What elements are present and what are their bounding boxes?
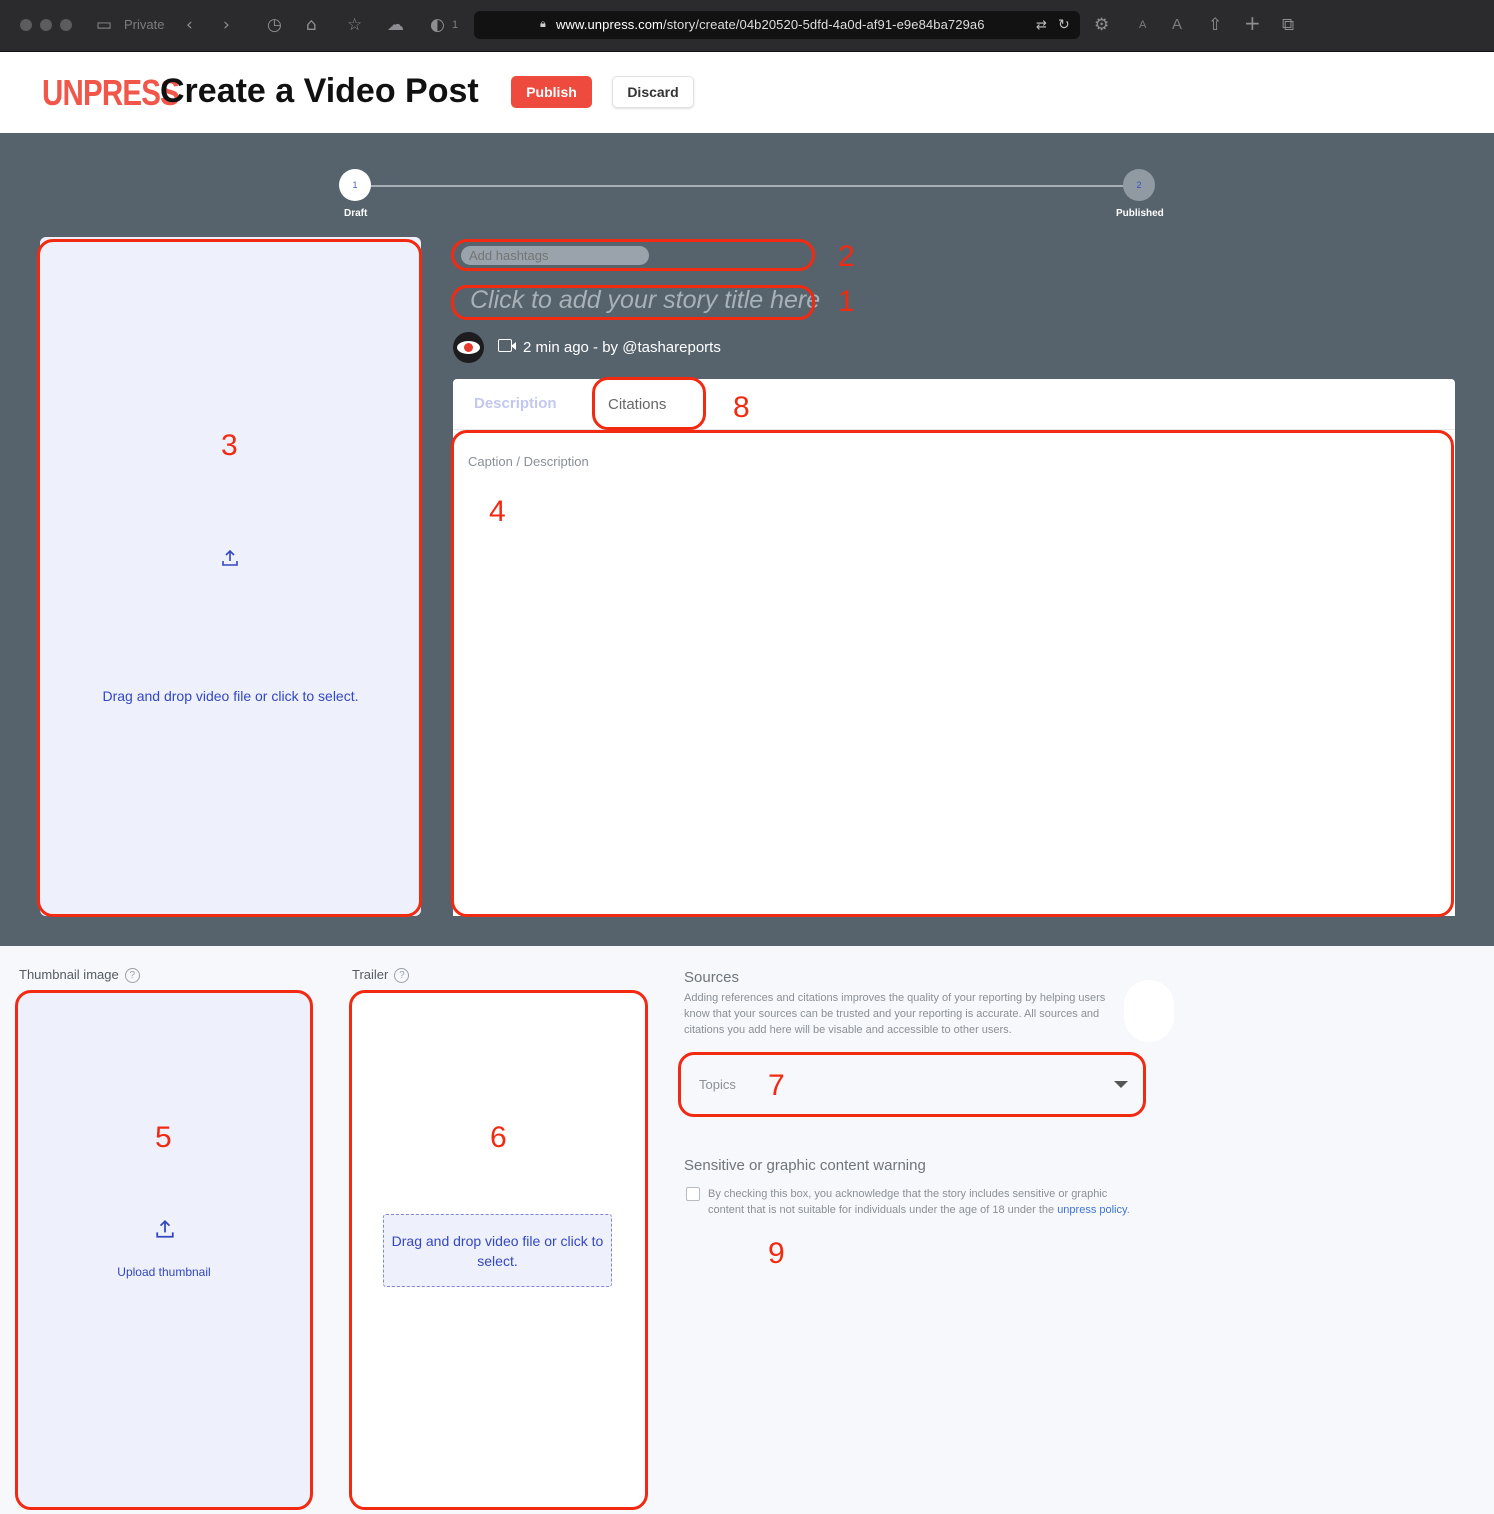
text-smaller-button[interactable]: A xyxy=(1139,19,1146,31)
bookmark-star-icon[interactable]: ☆ xyxy=(347,14,362,36)
page-title: Create a Video Post xyxy=(160,72,479,110)
forward-icon[interactable]: › xyxy=(223,14,230,36)
step-published-label: Published xyxy=(1116,208,1164,219)
new-tab-icon[interactable]: + xyxy=(1244,12,1261,34)
annotation-box-video xyxy=(37,239,422,917)
sources-title: Sources xyxy=(684,969,740,986)
publish-button[interactable]: Publish xyxy=(511,76,592,108)
annotation-box-citations xyxy=(592,377,706,430)
annotation-box-topics xyxy=(678,1052,1146,1117)
discard-button[interactable]: Discard xyxy=(612,76,694,108)
app-header: UNPRESS Create a Video Post Publish Disc… xyxy=(0,52,1494,133)
shield-count: 1 xyxy=(452,19,459,31)
ghost-button xyxy=(1124,980,1174,1042)
eye-logo-icon xyxy=(457,341,480,354)
tab-description[interactable]: Description xyxy=(474,395,557,412)
video-camera-icon xyxy=(498,339,516,352)
step-published-dot: 2 xyxy=(1123,169,1155,201)
browser-toolbar: ▭ Private ‹ › ◷ ⌂ ☆ ☁ ◐ 1 🔒︎ www.unpress… xyxy=(0,0,1494,52)
sensitive-text: By checking this box, you acknowledge th… xyxy=(708,1188,1130,1216)
zoom-window-button[interactable] xyxy=(60,19,72,31)
annotation-box-title xyxy=(451,285,815,320)
cloud-icon[interactable]: ☁ xyxy=(387,14,404,36)
unpress-logo[interactable]: UNPRESS xyxy=(42,72,180,114)
back-icon[interactable]: ‹ xyxy=(186,14,193,36)
minimize-window-button[interactable] xyxy=(40,19,52,31)
annotation-number: 3 xyxy=(221,429,238,462)
help-icon[interactable]: ? xyxy=(394,968,410,984)
post-meta: 2 min ago - by @tashareports xyxy=(523,339,721,356)
annotation-number: 5 xyxy=(155,1121,172,1154)
policy-link[interactable]: unpress policy xyxy=(1057,1204,1127,1216)
help-icon[interactable]: ? xyxy=(124,968,140,984)
share-icon[interactable]: ⇧ xyxy=(1208,14,1222,36)
annotation-box-hashtags xyxy=(451,239,815,271)
annotation-number: 2 xyxy=(838,240,855,273)
tab-overview-icon[interactable]: ⧉ xyxy=(1282,14,1294,36)
avatar[interactable] xyxy=(453,332,484,363)
step-draft-dot: 1 xyxy=(339,169,371,201)
annotation-box-thumbnail xyxy=(15,990,313,1510)
stepper-progress-line xyxy=(355,185,1139,187)
home-icon[interactable]: ⌂ xyxy=(306,14,317,36)
step-draft-label: Draft xyxy=(344,208,368,219)
close-window-button[interactable] xyxy=(20,19,32,31)
trailer-label: Trailer? xyxy=(352,967,410,984)
annotation-number: 6 xyxy=(490,1121,507,1154)
sources-description: Adding references and citations improves… xyxy=(684,992,1106,1036)
private-label: Private xyxy=(124,17,165,32)
shield-icon[interactable]: ◐ xyxy=(430,14,445,36)
settings-gear-icon[interactable]: ⚙ xyxy=(1094,14,1109,36)
annotation-box-trailer xyxy=(349,990,648,1510)
text-larger-button[interactable]: A xyxy=(1172,16,1182,33)
history-icon[interactable]: ◷ xyxy=(267,14,282,36)
translate-icon[interactable]: ⇄ xyxy=(1036,15,1047,37)
annotation-number: 1 xyxy=(838,285,855,318)
thumbnail-label: Thumbnail image? xyxy=(19,967,140,984)
annotation-number: 8 xyxy=(733,391,750,424)
sidebar-icon[interactable]: ▭ xyxy=(96,14,112,36)
annotation-number: 9 xyxy=(768,1237,785,1270)
reload-icon[interactable]: ↻ xyxy=(1058,14,1070,36)
annotation-number: 4 xyxy=(489,495,506,528)
annotation-box-caption xyxy=(451,430,1454,917)
lock-icon: 🔒︎ xyxy=(540,17,546,30)
sensitive-checkbox[interactable] xyxy=(686,1187,700,1201)
address-bar[interactable]: 🔒︎ www.unpress.com/story/create/04b20520… xyxy=(474,11,1080,39)
annotation-number: 7 xyxy=(768,1069,785,1102)
url-text: www.unpress.com/story/create/04b20520-5d… xyxy=(556,17,985,32)
sensitive-title: Sensitive or graphic content warning xyxy=(684,1157,926,1174)
